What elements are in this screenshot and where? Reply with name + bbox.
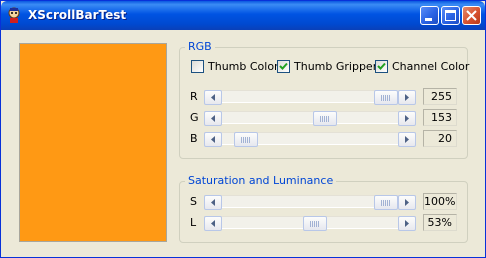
thumb-color-checkbox[interactable]: Thumb Color — [191, 60, 279, 73]
scroll-thumb[interactable] — [234, 132, 258, 147]
gripper — [381, 95, 391, 101]
scroll-right-button[interactable] — [398, 195, 416, 210]
sl-group: Saturation and Luminance — [179, 174, 468, 243]
scroll-left-button[interactable] — [204, 216, 222, 231]
checkbox-label: Channel Color — [392, 60, 470, 73]
saturation-label: S — [190, 195, 197, 208]
luminance-value: 53% — [423, 214, 457, 231]
scroll-thumb[interactable] — [374, 195, 398, 210]
checkbox-label: Thumb Gripper — [294, 60, 378, 73]
arrow-left-icon — [211, 136, 215, 143]
arrow-right-icon — [405, 115, 409, 122]
red-label: R — [190, 90, 198, 103]
close-icon — [466, 10, 477, 21]
gripper — [310, 221, 320, 227]
blue-value: 20 — [423, 130, 457, 147]
checkmark-icon — [279, 62, 288, 70]
scroll-left-button[interactable] — [204, 111, 222, 126]
saturation-value: 100% — [423, 193, 457, 210]
scroll-left-button[interactable] — [204, 132, 222, 147]
scroll-thumb[interactable] — [374, 90, 398, 105]
red-scrollbar[interactable] — [204, 90, 416, 105]
gripper — [320, 116, 330, 122]
scroll-right-button[interactable] — [398, 132, 416, 147]
arrow-left-icon — [211, 94, 215, 101]
sl-group-label: Saturation and Luminance — [185, 174, 337, 188]
channel-color-checkbox[interactable]: Channel Color — [375, 60, 469, 73]
scroll-right-button[interactable] — [398, 90, 416, 105]
gripper — [381, 200, 391, 206]
saturation-scrollbar[interactable] — [204, 195, 416, 210]
rgb-group-label: RGB — [185, 40, 215, 54]
luminance-scrollbar[interactable] — [204, 216, 416, 231]
red-value: 255 — [423, 88, 457, 105]
scroll-left-button[interactable] — [204, 195, 222, 210]
arrow-left-icon — [211, 220, 215, 227]
window-title: XScrollBarTest — [28, 8, 127, 22]
blue-scrollbar[interactable] — [204, 132, 416, 147]
luminance-label: L — [190, 216, 197, 229]
green-value: 153 — [423, 109, 457, 126]
scroll-left-button[interactable] — [204, 90, 222, 105]
thumb-gripper-checkbox[interactable]: Thumb Gripper — [277, 60, 377, 73]
checkbox-box[interactable] — [277, 60, 290, 73]
minimize-icon — [425, 18, 432, 21]
maximize-button[interactable] — [441, 6, 460, 25]
arrow-right-icon — [405, 199, 409, 206]
minimize-button[interactable] — [420, 6, 439, 25]
arrow-left-icon — [211, 199, 215, 206]
green-scrollbar[interactable] — [204, 111, 416, 126]
maximize-icon — [445, 10, 456, 21]
checkbox-label: Thumb Color — [208, 60, 279, 73]
app-icon — [8, 7, 20, 23]
green-label: G — [190, 111, 199, 124]
arrow-right-icon — [405, 94, 409, 101]
arrow-right-icon — [405, 136, 409, 143]
checkbox-box[interactable] — [191, 60, 204, 73]
checkbox-box[interactable] — [375, 60, 388, 73]
arrow-right-icon — [405, 220, 409, 227]
blue-label: B — [190, 132, 198, 145]
checkmark-icon — [377, 62, 386, 70]
scroll-right-button[interactable] — [398, 216, 416, 231]
arrow-left-icon — [211, 115, 215, 122]
main-window: XScrollBarTest RGB Thumb Color Thumb Gri… — [0, 0, 486, 258]
close-button[interactable] — [462, 6, 481, 25]
title-bar[interactable]: XScrollBarTest — [1, 1, 485, 30]
scroll-thumb[interactable] — [313, 111, 337, 126]
scroll-thumb[interactable] — [303, 216, 327, 231]
scroll-right-button[interactable] — [398, 111, 416, 126]
color-preview — [19, 43, 167, 242]
gripper — [241, 137, 251, 143]
